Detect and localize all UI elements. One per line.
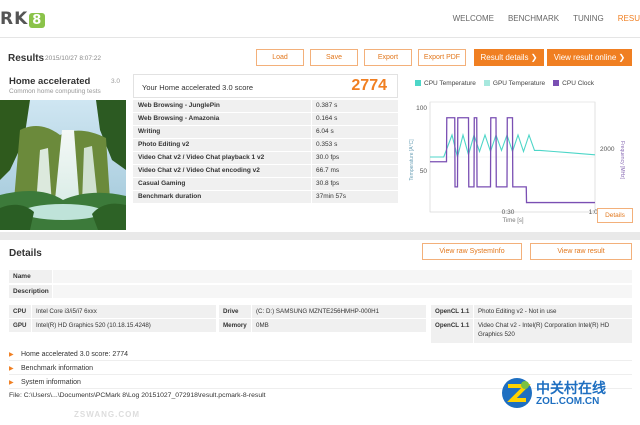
drive-label: Drive [219, 305, 251, 318]
score-row: Writing 6.04 s [133, 126, 398, 139]
zol-logo-icon [502, 378, 532, 408]
score-row-value: 37min 57s [312, 191, 398, 203]
score-value: 2774 [351, 77, 387, 94]
top-bar: RK 8 WELCOME BENCHMARK TUNING RESU [0, 0, 640, 38]
score-row-name: Benchmark duration [133, 191, 311, 203]
result-file-path: File: C:\Users\...\Documents\PCMark 8\Lo… [9, 392, 266, 399]
export-pdf-button[interactable]: Export PDF [418, 49, 466, 66]
y-left-tick: 50 [420, 168, 428, 175]
score-row-value: 0.387 s [312, 100, 398, 112]
opencl-photo-value: Photo Editing v2 - Not in use [474, 305, 632, 318]
watermark-cn: 中关村在线 [536, 380, 606, 396]
benchmark-version: 3.0 [110, 78, 120, 85]
monitoring-chart-panel: CPU Temperature GPU Temperature CPU Cloc… [405, 72, 640, 230]
result-details-button[interactable]: Result details ❯ [474, 49, 544, 66]
score-row-value: 6.04 s [312, 126, 398, 138]
benchmark-info-toggle[interactable]: ▶ Benchmark information [9, 362, 632, 375]
opencl-video-value: Video Chat v2 - Intel(R) Corporation Int… [474, 319, 632, 343]
chart-details-button[interactable]: Details [597, 208, 633, 223]
nav-welcome[interactable]: WELCOME [453, 14, 494, 23]
benchmark-subtitle: Common home computing tests [9, 88, 101, 95]
nav-benchmark[interactable]: BENCHMARK [508, 14, 559, 23]
score-section-toggle[interactable]: ▶ Home accelerated 3.0 score: 2774 [9, 348, 632, 361]
results-title: Results [8, 53, 45, 64]
logo-badge: 8 [29, 13, 46, 28]
section-separator [0, 232, 640, 240]
save-button[interactable]: Save [310, 49, 358, 66]
benchmark-panel: Home accelerated 3.0 Common home computi… [0, 72, 126, 230]
score-row: Web Browsing - Amazonia 0.164 s [133, 113, 398, 126]
app-logo: RK 8 [0, 9, 46, 29]
score-row-value: 66.7 ms [312, 165, 398, 177]
score-row-value: 30.0 fps [312, 152, 398, 164]
description-row: Description [9, 285, 632, 298]
name-value [52, 270, 632, 283]
score-row-name: Writing [133, 126, 311, 138]
y-left-tick: 100 [416, 105, 427, 112]
score-row-name: Web Browsing - JunglePin [133, 100, 311, 112]
opencl-video-label: OpenCL 1.1 [431, 319, 473, 343]
results-date: 2015/10/27 8:07:22 [45, 55, 102, 62]
score-header: Your Home accelerated 3.0 score 2774 [133, 74, 398, 98]
drive-value: (C: D:) SAMSUNG MZNTE256HMHP-000H1 [252, 305, 426, 318]
score-label: Your Home accelerated 3.0 score [142, 83, 254, 92]
expand-arrow-icon: ▶ [9, 352, 14, 358]
main-nav: WELCOME BENCHMARK TUNING RESU [453, 14, 640, 23]
name-label: Name [13, 273, 31, 280]
description-label: Description [13, 288, 49, 295]
gpu-label: GPU [9, 319, 31, 332]
score-row: Benchmark duration 37min 57s [133, 191, 398, 204]
y-right-tick: 2000 [600, 146, 615, 153]
section-label: Home accelerated 3.0 score: 2774 [21, 351, 129, 358]
watermark-en: ZOL.COM.CN [536, 396, 600, 407]
score-row: Web Browsing - JunglePin 0.387 s [133, 100, 398, 113]
monitoring-chart: Temperature [A°C] Frequency [MHz] 100 50… [409, 101, 625, 224]
expand-arrow-icon: ▶ [9, 380, 14, 386]
logo-text: RK [0, 9, 29, 29]
score-row-value: 0.353 s [312, 139, 398, 151]
score-row: Video Chat v2 / Video Chat encoding v2 66… [133, 165, 398, 178]
details-title: Details [9, 248, 42, 259]
cpu-value: Intel Core i3/i5/i7 6xxx [32, 305, 216, 318]
view-result-online-button[interactable]: View result online ❯ [547, 49, 632, 66]
y-right-axis-label: Frequency [MHz] [619, 141, 625, 180]
score-row: Photo Editing v2 0.353 s [133, 139, 398, 152]
cpu-label: CPU [9, 305, 31, 318]
score-row-name: Photo Editing v2 [133, 139, 311, 151]
opencl-photo-label: OpenCL 1.1 [431, 305, 473, 318]
score-row-name: Web Browsing - Amazonia [133, 113, 311, 125]
expand-arrow-icon: ▶ [9, 366, 14, 372]
score-row-value: 0.164 s [312, 113, 398, 125]
waterfall-image [0, 100, 126, 230]
description-value [52, 285, 632, 298]
memory-value: 0MB [252, 319, 426, 332]
site-watermark: ZSWANG.COM [74, 410, 140, 419]
score-row-name: Casual Gaming [133, 178, 311, 190]
score-panel: Your Home accelerated 3.0 score 2774 Web… [133, 72, 398, 230]
score-row: Casual Gaming 30.8 fps [133, 178, 398, 191]
view-raw-result-button[interactable]: View raw result [530, 243, 632, 260]
y-left-axis-label: Temperature [A°C] [409, 139, 415, 181]
x-axis-label: Time [s] [502, 218, 523, 224]
zol-watermark: 中关村在线 ZOL.COM.CN [500, 376, 606, 412]
score-row-name: Video Chat v2 / Video Chat playback 1 v2 [133, 152, 311, 164]
score-row: Video Chat v2 / Video Chat playback 1 v2… [133, 152, 398, 165]
score-row-value: 30.8 fps [312, 178, 398, 190]
load-button[interactable]: Load [256, 49, 304, 66]
x-tick: 0:30 [502, 209, 515, 216]
export-button[interactable]: Export [364, 49, 412, 66]
nav-results[interactable]: RESU [618, 14, 640, 23]
nav-tuning[interactable]: TUNING [573, 14, 604, 23]
section-label: System information [21, 379, 81, 386]
name-row: Name [9, 270, 632, 283]
memory-label: Memory [219, 319, 251, 332]
view-raw-systeminfo-button[interactable]: View raw SystemInfo [422, 243, 522, 260]
section-label: Benchmark information [21, 365, 93, 372]
benchmark-name: Home accelerated [9, 76, 91, 87]
gpu-value: Intel(R) HD Graphics 520 (10.18.15.4248) [32, 319, 216, 332]
score-row-name: Video Chat v2 / Video Chat encoding v2 [133, 165, 311, 177]
